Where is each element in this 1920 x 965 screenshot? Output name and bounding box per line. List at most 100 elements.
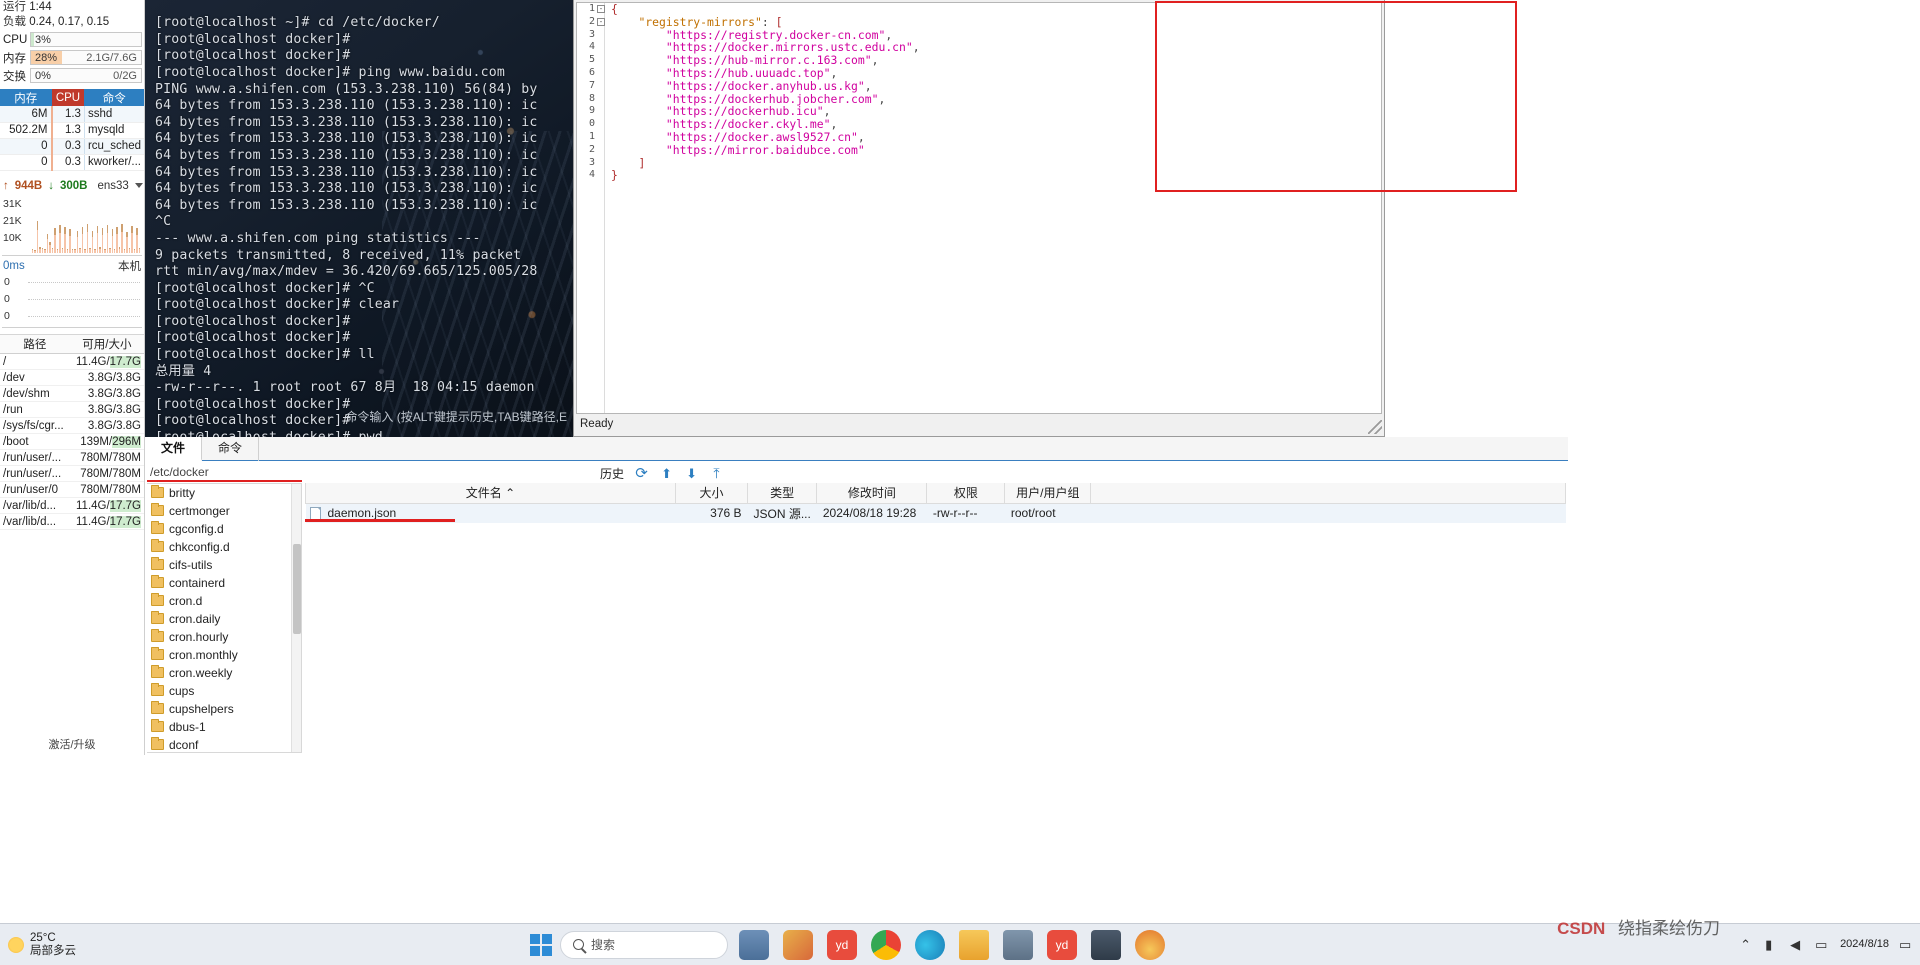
network-graph-bar	[109, 248, 111, 253]
disk-size: 3.8G/3.8G	[69, 369, 144, 386]
code-token-str: "https://mirror.baidubce.com"	[665, 142, 865, 157]
process-cpu: 0.3	[50, 154, 85, 171]
terminal-icon[interactable]	[1003, 929, 1033, 960]
sun-icon	[8, 936, 24, 953]
history-button[interactable]: 历史	[600, 465, 624, 482]
widgets-icon[interactable]	[783, 929, 813, 960]
yd-dictionary-icon[interactable]: yd	[827, 929, 857, 960]
yd-note-icon[interactable]: yd	[1047, 929, 1077, 960]
watermark-author: 绕指柔绘伤刀	[1618, 919, 1720, 938]
tree-folder-item[interactable]: cron.d	[147, 592, 301, 610]
col-owner[interactable]: 用户/用户组	[1004, 483, 1092, 504]
disk-row[interactable]: /var/lib/d... 11.4G/17.7G	[0, 497, 144, 514]
disk-row[interactable]: /dev 3.8G/3.8G	[0, 369, 144, 386]
col-size[interactable]: 大小	[675, 483, 748, 504]
explorer-icon[interactable]	[959, 929, 989, 960]
file-spacer	[1091, 503, 1566, 523]
tab-files[interactable]: 文件	[145, 437, 203, 461]
fold-toggle-icon[interactable]: -	[597, 5, 605, 14]
chevron-up-icon[interactable]: ⌃	[1740, 937, 1755, 952]
chevron-down-icon[interactable]	[134, 183, 143, 188]
download-icon[interactable]	[684, 466, 699, 481]
monitor-icon[interactable]	[1091, 929, 1121, 960]
edge-icon[interactable]	[915, 929, 945, 960]
editor-text-area[interactable]: 1-2-345678901234 { "registry-mirrors": […	[576, 2, 1382, 414]
weather-desc: 局部多云	[30, 944, 76, 957]
col-filename[interactable]: 文件名 ⌃	[305, 483, 676, 504]
network-graph-bar	[84, 249, 86, 253]
col-cpu[interactable]: CPU	[51, 89, 85, 106]
activate-link[interactable]: 激活/升级	[0, 736, 144, 752]
taskbar-search-box[interactable]: 搜索	[560, 930, 728, 959]
editor-code[interactable]: { "registry-mirrors": [ "https://registr…	[607, 3, 1381, 413]
upload-icon[interactable]	[659, 466, 674, 481]
directory-tree[interactable]: britty certmonger cgconfig.d chkconfig.d cif…	[147, 483, 302, 753]
refresh-icon[interactable]	[634, 466, 649, 481]
tree-scrollbar[interactable]	[291, 484, 301, 752]
col-mem[interactable]: 内存	[0, 89, 52, 106]
network-tray-icon[interactable]: ▮	[1765, 937, 1780, 952]
disk-row[interactable]: /run/user/... 780M/780M	[0, 465, 144, 482]
resize-grip[interactable]	[1368, 420, 1382, 434]
tab-commands[interactable]: 命令	[202, 437, 260, 461]
disk-row[interactable]: /run/user/0 780M/780M	[0, 481, 144, 498]
upload-to-server-icon[interactable]	[709, 466, 724, 481]
tree-folder-item[interactable]: cron.daily	[147, 610, 301, 628]
process-cmd: mysqld	[83, 122, 144, 139]
network-graph-bar-base	[32, 249, 34, 251]
tree-folder-item[interactable]: cgconfig.d	[147, 520, 301, 538]
file-row[interactable]: daemon.json 376 B JSON 源... 2024/08/18 1…	[305, 503, 1566, 523]
process-row[interactable]: 0 0.3 rcu_sched	[0, 138, 144, 155]
mem-meter-row: 内存 28% 2.1G/7.6G	[0, 49, 144, 66]
tree-folder-item[interactable]: certmonger	[147, 502, 301, 520]
disk-row[interactable]: /sys/fs/cgr... 3.8G/3.8G	[0, 417, 144, 434]
tree-folder-item[interactable]: dconf	[147, 736, 301, 752]
process-row[interactable]: 502.2M 1.3 mysqld	[0, 122, 144, 139]
tree-folder-item[interactable]: cups	[147, 682, 301, 700]
tree-folder-item[interactable]: cupshelpers	[147, 700, 301, 718]
tree-folder-item[interactable]: cron.hourly	[147, 628, 301, 646]
taskbar-tray: ⌃ ▮ ◀ ▭ 2024/8/18 ▭	[1740, 937, 1914, 952]
tree-folder-item[interactable]: chkconfig.d	[147, 538, 301, 556]
fold-toggle-icon[interactable]: -	[597, 17, 605, 26]
disk-row[interactable]: /run 3.8G/3.8G	[0, 401, 144, 418]
disk-row[interactable]: /dev/shm 3.8G/3.8G	[0, 385, 144, 402]
command-input-hint[interactable]: 命令输入 (按ALT键提示历史,TAB键路径,E	[345, 408, 567, 425]
disk-row[interactable]: /11.4G/17.7G	[0, 353, 144, 370]
notifications-icon[interactable]: ▭	[1899, 937, 1914, 952]
taskview-icon[interactable]	[739, 929, 769, 960]
clock-date[interactable]: 2024/8/18	[1840, 938, 1889, 951]
folder-icon	[151, 629, 164, 642]
disk-row[interactable]: /boot 139M/296M	[0, 433, 144, 450]
tree-scrollbar-thumb[interactable]	[293, 544, 301, 634]
ssh-terminal[interactable]: [root@localhost ~]# cd /etc/docker/ [roo…	[145, 0, 575, 437]
search-placeholder: 搜索	[591, 938, 616, 952]
tree-folder-label: chkconfig.d	[169, 540, 230, 554]
col-type[interactable]: 类型	[746, 483, 818, 504]
tree-folder-item[interactable]: containerd	[147, 574, 301, 592]
current-path-label[interactable]: /etc/docker	[147, 463, 302, 482]
disk-row[interactable]: /var/lib/d... 11.4G/17.7G	[0, 513, 144, 530]
tree-folder-item[interactable]: cron.weekly	[147, 664, 301, 682]
network-interface: ens33	[97, 179, 129, 192]
latency-value: 0ms	[3, 259, 25, 272]
flame-icon[interactable]	[1135, 929, 1165, 960]
col-perm[interactable]: 权限	[926, 483, 1006, 504]
windows-start-icon[interactable]	[530, 933, 552, 956]
volume-tray-icon[interactable]: ◀	[1790, 937, 1805, 952]
disk-col-size[interactable]: 可用/大小	[69, 334, 144, 354]
network-graph-bar-base	[71, 249, 74, 251]
col-mtime[interactable]: 修改时间	[816, 483, 928, 504]
disk-row[interactable]: /run/user/... 780M/780M	[0, 449, 144, 466]
col-cmd[interactable]: 命令	[84, 89, 144, 106]
tree-folder-item[interactable]: britty	[147, 484, 301, 502]
disk-col-path[interactable]: 路径	[0, 334, 70, 354]
tree-folder-item[interactable]: cron.monthly	[147, 646, 301, 664]
tree-folder-item[interactable]: dbus-1	[147, 718, 301, 736]
process-row[interactable]: 6M 1.3 sshd	[0, 106, 144, 123]
weather-widget[interactable]: 25°C 局部多云	[8, 932, 76, 958]
chrome-icon[interactable]	[871, 929, 901, 960]
battery-tray-icon[interactable]: ▭	[1815, 937, 1830, 952]
process-row[interactable]: 0 0.3 kworker/...	[0, 154, 144, 171]
tree-folder-item[interactable]: cifs-utils	[147, 556, 301, 574]
